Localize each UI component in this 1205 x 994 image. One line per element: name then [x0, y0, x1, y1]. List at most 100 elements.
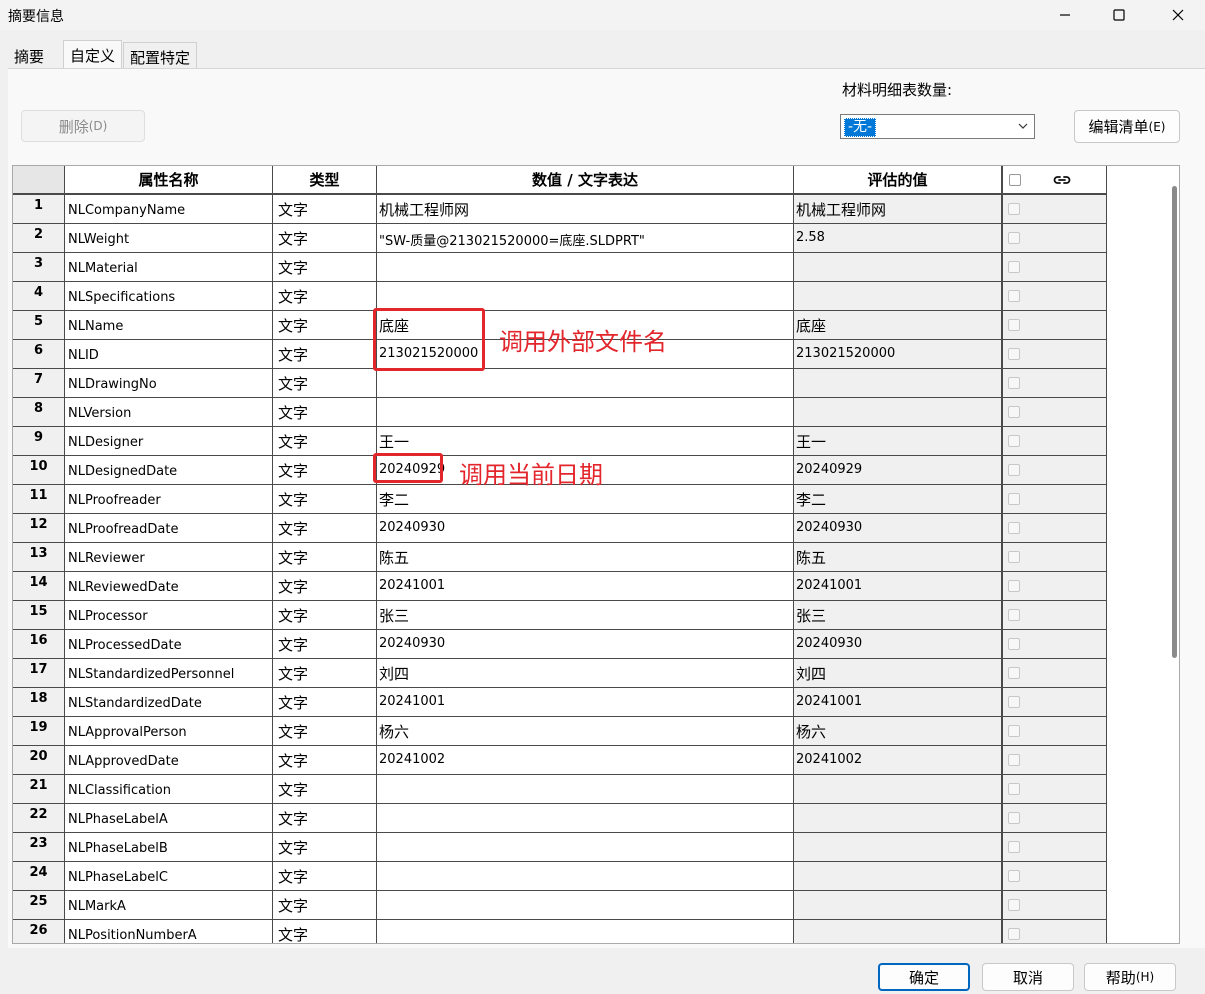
value-cell[interactable]: "SW-质量@213021520000=底座.SLDPRT" [377, 224, 794, 253]
link-checkbox[interactable] [1008, 812, 1020, 824]
value-cell[interactable] [377, 398, 794, 427]
tab-configuration-specific[interactable]: 配置特定 [123, 42, 198, 68]
value-cell[interactable]: 张三 [377, 601, 794, 630]
type-cell[interactable]: 文字 [273, 485, 377, 514]
property-name-cell[interactable]: NLClassification [65, 775, 273, 804]
minimize-button[interactable] [1040, 0, 1090, 30]
value-cell[interactable]: 陈五 [377, 543, 794, 572]
property-name-cell[interactable]: NLDesignedDate [65, 456, 273, 485]
table-row[interactable]: 3 NLMaterial 文字 [13, 253, 1107, 282]
table-row[interactable]: 13 NLReviewer 文字 陈五 陈五 [13, 543, 1107, 572]
property-name-cell[interactable]: NLSpecifications [65, 282, 273, 311]
type-cell[interactable]: 文字 [273, 456, 377, 485]
link-checkbox[interactable] [1008, 783, 1020, 795]
type-cell[interactable]: 文字 [273, 688, 377, 717]
value-cell[interactable] [377, 253, 794, 282]
table-row[interactable]: 14 NLReviewedDate 文字 20241001 20241001 [13, 572, 1107, 601]
type-cell[interactable]: 文字 [273, 804, 377, 833]
value-cell[interactable]: 20241001 [377, 688, 794, 717]
link-checkbox[interactable] [1008, 928, 1020, 940]
table-row[interactable]: 25 NLMarkA 文字 [13, 891, 1107, 920]
type-cell[interactable]: 文字 [273, 311, 377, 340]
value-cell[interactable]: 杨六 [377, 717, 794, 746]
table-row[interactable]: 4 NLSpecifications 文字 [13, 282, 1107, 311]
table-row[interactable]: 9 NLDesigner 文字 王一 王一 [13, 427, 1107, 456]
link-checkbox[interactable] [1008, 203, 1020, 215]
table-row[interactable]: 12 NLProofreadDate 文字 20240930 20240930 [13, 514, 1107, 543]
link-checkbox[interactable] [1008, 725, 1020, 737]
value-cell[interactable]: 20241002 [377, 746, 794, 775]
value-cell[interactable] [377, 833, 794, 862]
value-cell[interactable] [377, 282, 794, 311]
type-cell[interactable]: 文字 [273, 340, 377, 369]
ok-button[interactable]: 确定 [878, 963, 970, 991]
type-cell[interactable]: 文字 [273, 253, 377, 282]
type-cell[interactable]: 文字 [273, 514, 377, 543]
link-checkbox[interactable] [1008, 696, 1020, 708]
value-cell[interactable] [377, 920, 794, 943]
type-cell[interactable]: 文字 [273, 427, 377, 456]
header-property-name[interactable]: 属性名称 [65, 166, 273, 195]
type-cell[interactable]: 文字 [273, 572, 377, 601]
edit-list-button[interactable]: 编辑清单 (E) [1074, 110, 1180, 143]
property-name-cell[interactable]: NLVersion [65, 398, 273, 427]
link-checkbox[interactable] [1008, 638, 1020, 650]
table-row[interactable]: 20 NLApprovedDate 文字 20241002 20241002 [13, 746, 1107, 775]
link-checkbox[interactable] [1008, 551, 1020, 563]
type-cell[interactable]: 文字 [273, 717, 377, 746]
type-cell[interactable]: 文字 [273, 775, 377, 804]
table-row[interactable]: 24 NLPhaseLabelC 文字 [13, 862, 1107, 891]
property-name-cell[interactable]: NLApprovalPerson [65, 717, 273, 746]
type-cell[interactable]: 文字 [273, 224, 377, 253]
tab-summary[interactable]: 摘要 [8, 42, 50, 68]
value-cell[interactable]: 20241001 [377, 572, 794, 601]
link-checkbox[interactable] [1008, 406, 1020, 418]
type-cell[interactable]: 文字 [273, 282, 377, 311]
property-name-cell[interactable]: NLDesigner [65, 427, 273, 456]
type-cell[interactable]: 文字 [273, 630, 377, 659]
cancel-button[interactable]: 取消 [982, 963, 1074, 991]
type-cell[interactable]: 文字 [273, 891, 377, 920]
link-checkbox[interactable] [1008, 522, 1020, 534]
table-row[interactable]: 23 NLPhaseLabelB 文字 [13, 833, 1107, 862]
link-checkbox[interactable] [1008, 435, 1020, 447]
link-checkbox[interactable] [1008, 232, 1020, 244]
property-name-cell[interactable]: NLDrawingNo [65, 369, 273, 398]
property-name-cell[interactable]: NLStandardizedDate [65, 688, 273, 717]
header-link-checkbox[interactable] [1009, 174, 1021, 186]
link-checkbox[interactable] [1008, 319, 1020, 331]
link-checkbox[interactable] [1008, 464, 1020, 476]
help-button[interactable]: 帮助 (H) [1084, 963, 1176, 991]
property-name-cell[interactable]: NLID [65, 340, 273, 369]
link-checkbox[interactable] [1008, 667, 1020, 679]
property-name-cell[interactable]: NLPositionNumberA [65, 920, 273, 943]
value-cell[interactable]: 刘四 [377, 659, 794, 688]
table-row[interactable]: 22 NLPhaseLabelA 文字 [13, 804, 1107, 833]
property-name-cell[interactable]: NLStandardizedPersonnel [65, 659, 273, 688]
type-cell[interactable]: 文字 [273, 195, 377, 224]
property-name-cell[interactable]: NLMaterial [65, 253, 273, 282]
value-cell[interactable] [377, 804, 794, 833]
link-checkbox[interactable] [1008, 899, 1020, 911]
link-checkbox[interactable] [1008, 870, 1020, 882]
header-evaluated-value[interactable]: 评估的值 [794, 166, 1002, 195]
type-cell[interactable]: 文字 [273, 659, 377, 688]
link-checkbox[interactable] [1008, 290, 1020, 302]
link-checkbox[interactable] [1008, 841, 1020, 853]
value-cell[interactable] [377, 775, 794, 804]
property-name-cell[interactable]: NLMarkA [65, 891, 273, 920]
property-name-cell[interactable]: NLApprovedDate [65, 746, 273, 775]
table-row[interactable]: 16 NLProcessedDate 文字 20240930 20240930 [13, 630, 1107, 659]
type-cell[interactable]: 文字 [273, 833, 377, 862]
link-checkbox[interactable] [1008, 493, 1020, 505]
property-name-cell[interactable]: NLReviewedDate [65, 572, 273, 601]
link-checkbox[interactable] [1008, 261, 1020, 273]
property-name-cell[interactable]: NLPhaseLabelC [65, 862, 273, 891]
table-row[interactable]: 8 NLVersion 文字 [13, 398, 1107, 427]
value-cell[interactable] [377, 369, 794, 398]
property-name-cell[interactable]: NLProcessedDate [65, 630, 273, 659]
bom-quantity-select[interactable]: -无- [840, 114, 1035, 139]
table-row[interactable]: 17 NLStandardizedPersonnel 文字 刘四 刘四 [13, 659, 1107, 688]
type-cell[interactable]: 文字 [273, 862, 377, 891]
close-button[interactable] [1153, 0, 1203, 30]
